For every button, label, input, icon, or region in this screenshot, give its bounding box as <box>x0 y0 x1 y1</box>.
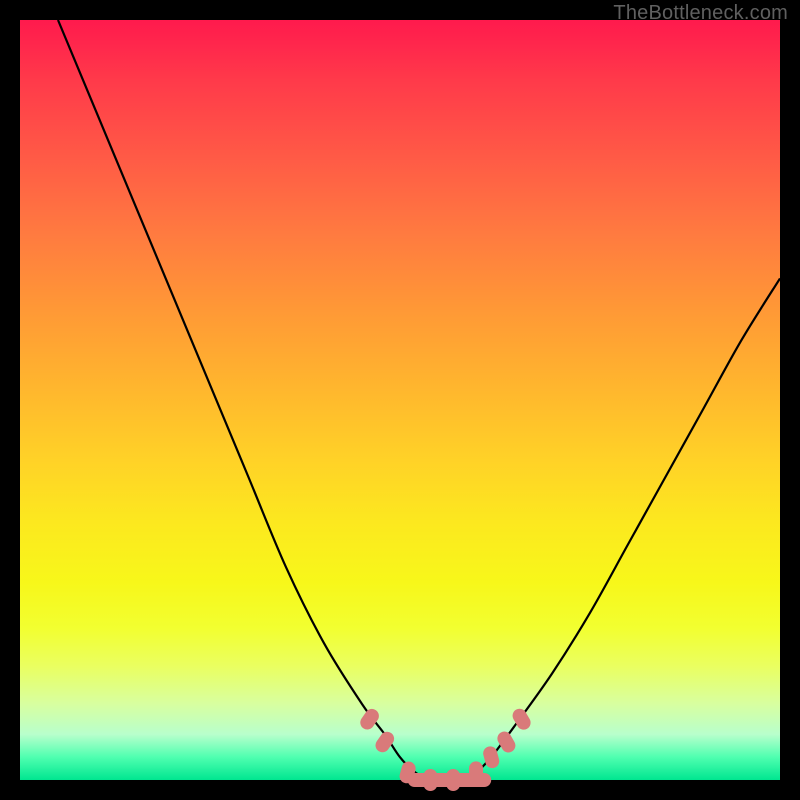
highlight-marker <box>446 769 460 791</box>
highlight-marker <box>469 761 483 783</box>
bottleneck-curve-path <box>58 20 780 781</box>
highlight-marker <box>358 706 382 732</box>
highlight-marker <box>423 769 437 791</box>
watermark-text: TheBottleneck.com <box>613 2 788 25</box>
marker-group <box>358 706 534 791</box>
plot-area <box>20 20 780 780</box>
highlight-marker <box>495 729 518 755</box>
highlight-marker <box>373 729 397 755</box>
curve-layer <box>20 20 780 780</box>
chart-frame: TheBottleneck.com <box>0 0 800 800</box>
